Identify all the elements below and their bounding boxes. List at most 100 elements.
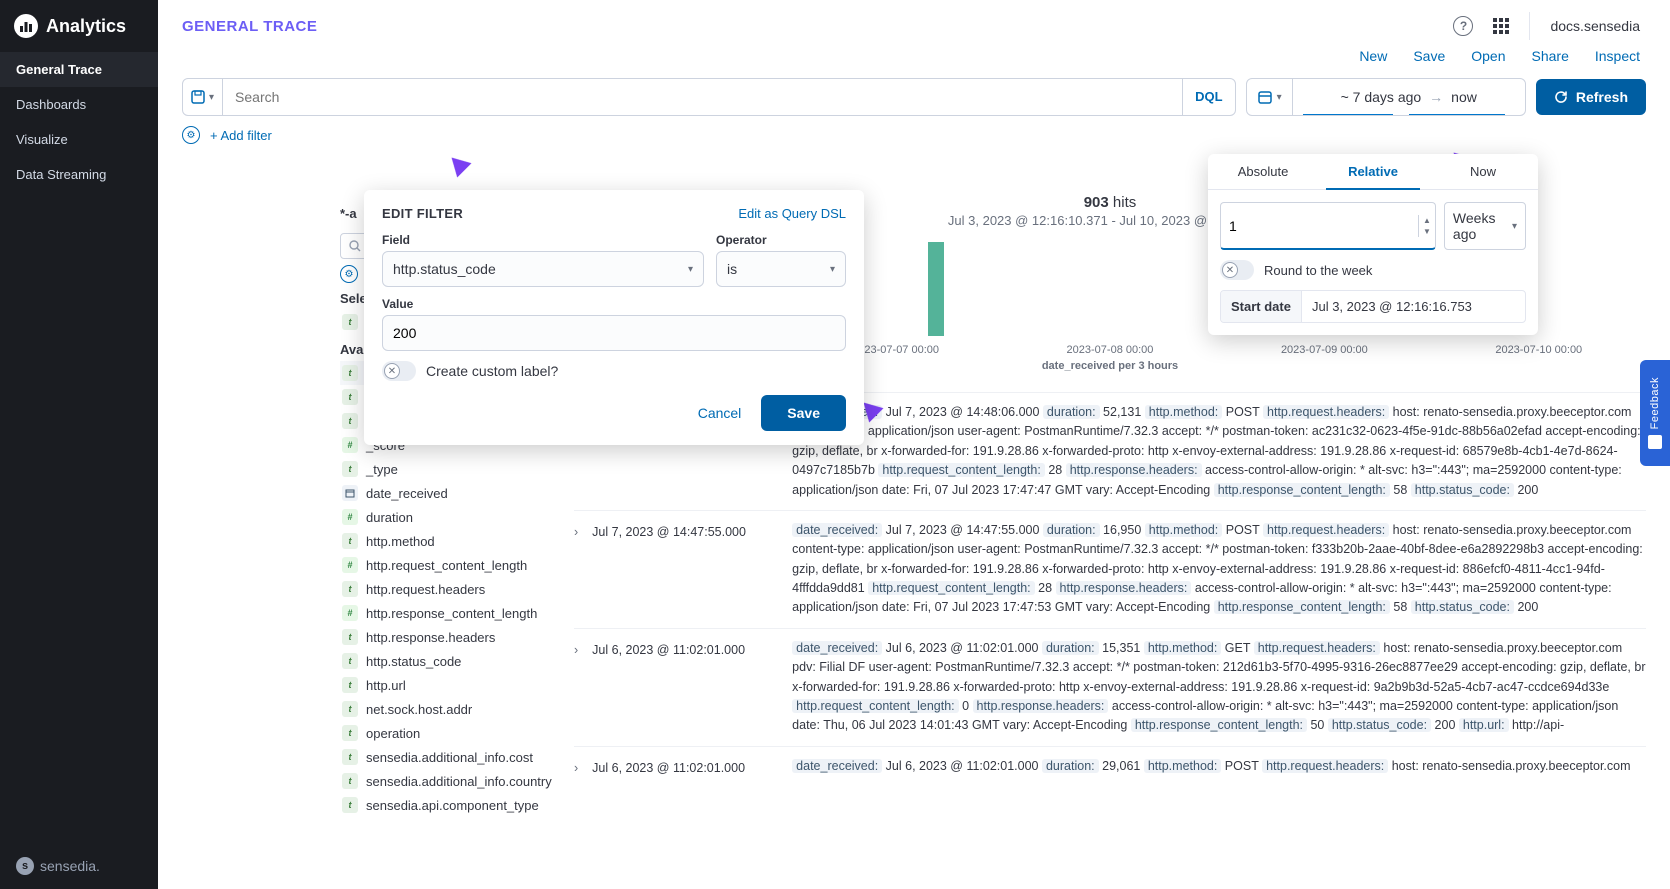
action-links: New Save Open Share Inspect <box>158 44 1670 74</box>
field-item[interactable]: thttp.method <box>340 529 570 553</box>
new-link[interactable]: New <box>1359 48 1387 64</box>
expand-toggle[interactable]: › <box>574 639 578 736</box>
header-right: ? docs.sensedia <box>1453 12 1640 40</box>
filter-fields-icon[interactable]: ⚙ <box>340 265 358 283</box>
footer-brand: s sensedia. <box>16 857 100 875</box>
field-item[interactable]: toperation <box>340 721 570 745</box>
field-select[interactable]: http.status_code ▾ <box>382 251 704 287</box>
chart-bar <box>928 242 944 336</box>
custom-label-text: Create custom label? <box>426 363 558 379</box>
chevron-down-icon: ▾ <box>688 264 693 275</box>
field-item[interactable]: #http.request_content_length <box>340 553 570 577</box>
record-body: date_received: Jul 6, 2023 @ 11:02:01.00… <box>792 757 1646 778</box>
arrow-right-icon: → <box>1429 89 1443 105</box>
help-icon[interactable]: ? <box>1453 16 1473 36</box>
cancel-button[interactable]: Cancel <box>694 395 746 431</box>
sidebar-item-dashboards[interactable]: Dashboards <box>0 87 158 122</box>
field-label: Field <box>382 233 704 247</box>
field-item[interactable]: date_received <box>340 481 570 505</box>
tab-now[interactable]: Now <box>1428 154 1538 189</box>
save-link[interactable]: Save <box>1413 48 1445 64</box>
sensedia-icon: s <box>16 857 34 875</box>
records-list: ›Jul 7, 2023 @ 14:48:06.000date_received… <box>574 392 1646 788</box>
edit-filter-title: EDIT FILTER <box>382 206 463 221</box>
disk-icon <box>191 90 205 104</box>
field-type-icon: # <box>342 605 358 621</box>
chevron-down-icon: ▾ <box>1512 221 1517 232</box>
chevron-down-icon: ▾ <box>209 92 214 103</box>
field-type-icon: t <box>342 461 358 477</box>
field-item[interactable]: thttp.request.headers <box>340 577 570 601</box>
query-bar: ▾ DQL ▾ ~ 7 days ago → now Refresh <box>158 74 1670 122</box>
field-item[interactable]: tsensedia.additional_info.country <box>340 769 570 793</box>
field-item[interactable]: tsensedia.additional_info.cost <box>340 745 570 769</box>
apps-icon[interactable] <box>1493 18 1509 34</box>
start-date-display: Start date Jul 3, 2023 @ 12:16:16.753 <box>1220 290 1526 323</box>
sidebar-item-visualize[interactable]: Visualize <box>0 122 158 157</box>
saved-queries-button[interactable]: ▾ <box>183 79 223 115</box>
field-item[interactable]: tsensedia.api.component_type <box>340 793 570 817</box>
record-row: › Jul 6, 2023 @ 11:02:01.000 date_received… <box>574 746 1646 788</box>
sidebar-item-general-trace[interactable]: General Trace <box>0 52 158 87</box>
edit-filter-popover: EDIT FILTER Edit as Query DSL Field http… <box>364 190 864 445</box>
user-menu[interactable]: docs.sensedia <box>1550 18 1640 34</box>
dql-toggle[interactable]: DQL <box>1182 79 1234 115</box>
tab-absolute[interactable]: Absolute <box>1208 154 1318 189</box>
custom-label-switch[interactable]: ✕ <box>382 361 416 381</box>
filter-settings-icon[interactable]: ⚙ <box>182 126 200 144</box>
record-body: date_received: Jul 6, 2023 @ 11:02:01.00… <box>792 639 1646 736</box>
search-box: ▾ DQL <box>182 78 1236 116</box>
date-picker-popover: Absolute Relative Now ▲▼ Weeks ago ▾ ✕ R… <box>1208 154 1538 335</box>
add-filter-button[interactable]: + Add filter <box>210 128 272 143</box>
expand-toggle[interactable]: › <box>574 757 578 778</box>
chevron-down-icon: ▾ <box>1277 92 1282 103</box>
record-timestamp: Jul 6, 2023 @ 11:02:01.000 <box>592 757 778 778</box>
field-item[interactable]: t_type <box>340 457 570 481</box>
feedback-tab[interactable]: Feedback <box>1640 360 1670 466</box>
field-type-icon: t <box>342 749 358 765</box>
field-item[interactable]: #duration <box>340 505 570 529</box>
brand-text: Analytics <box>46 16 126 37</box>
value-input[interactable] <box>382 315 846 351</box>
relative-unit-select[interactable]: Weeks ago ▾ <box>1444 202 1526 250</box>
refresh-icon <box>1554 90 1568 104</box>
calendar-icon[interactable]: ▾ <box>1247 79 1293 115</box>
inspect-link[interactable]: Inspect <box>1595 48 1640 64</box>
relative-amount-input[interactable]: ▲▼ <box>1220 202 1436 250</box>
field-type-icon: # <box>342 437 358 453</box>
open-link[interactable]: Open <box>1471 48 1505 64</box>
field-type-icon: t <box>342 389 358 405</box>
field-item[interactable]: #http.response_content_length <box>340 601 570 625</box>
share-link[interactable]: Share <box>1532 48 1569 64</box>
refresh-button[interactable]: Refresh <box>1536 79 1646 115</box>
expand-toggle[interactable]: › <box>574 521 578 618</box>
record-body: date_received: Jul 7, 2023 @ 14:48:06.00… <box>792 403 1646 500</box>
date-picker-button[interactable]: ▾ ~ 7 days ago → now <box>1246 78 1526 116</box>
sidebar: Analytics General TraceDashboardsVisuali… <box>0 0 158 889</box>
field-item[interactable]: tnet.sock.host.addr <box>340 697 570 721</box>
field-type-icon: t <box>342 533 358 549</box>
record-timestamp: Jul 6, 2023 @ 11:02:01.000 <box>592 639 778 736</box>
stepper[interactable]: ▲▼ <box>1418 215 1435 237</box>
chart-icon <box>14 14 38 38</box>
field-item[interactable]: thttp.url <box>340 673 570 697</box>
save-button[interactable]: Save <box>761 395 846 431</box>
edit-as-dsl-link[interactable]: Edit as Query DSL <box>738 206 846 221</box>
round-switch[interactable]: ✕ <box>1220 260 1254 280</box>
operator-select[interactable]: is ▾ <box>716 251 846 287</box>
search-input[interactable] <box>223 79 1182 115</box>
record-row: ›Jul 7, 2023 @ 14:47:55.000date_received… <box>574 510 1646 628</box>
chevron-down-icon: ▾ <box>830 264 835 275</box>
tab-relative[interactable]: Relative <box>1318 154 1428 189</box>
field-item[interactable]: thttp.response.headers <box>340 625 570 649</box>
feedback-icon <box>1648 435 1662 449</box>
date-range-display[interactable]: ~ 7 days ago → now <box>1293 79 1525 115</box>
divider <box>1529 12 1530 40</box>
record-timestamp: Jul 7, 2023 @ 14:47:55.000 <box>592 521 778 618</box>
sidebar-item-data-streaming[interactable]: Data Streaming <box>0 157 158 192</box>
field-item[interactable]: thttp.status_code <box>340 649 570 673</box>
field-type-icon: # <box>342 557 358 573</box>
operator-label: Operator <box>716 233 846 247</box>
field-type-icon: t <box>342 365 358 381</box>
filter-bar: ⚙ + Add filter <box>158 122 1670 148</box>
